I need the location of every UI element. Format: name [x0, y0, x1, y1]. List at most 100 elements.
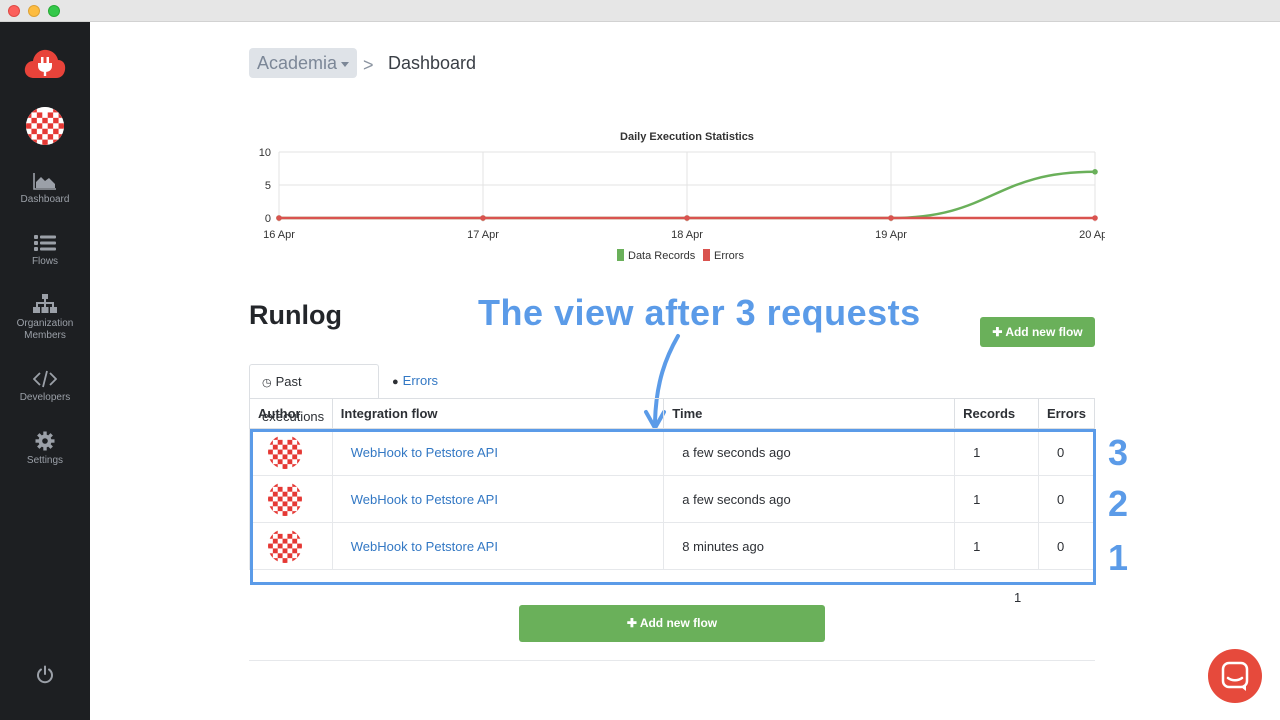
annotation-row-number: 1	[1108, 537, 1129, 578]
list-icon	[34, 235, 56, 251]
time-cell: a few seconds ago	[663, 475, 956, 523]
chat-bubble-icon	[1221, 661, 1249, 691]
chart-y-tick-label: 5	[265, 180, 271, 192]
identicon-image	[268, 529, 302, 563]
identicon-image	[26, 107, 64, 145]
sidebar-item-flows[interactable]: Flows	[0, 234, 90, 268]
power-icon[interactable]	[35, 665, 55, 685]
table-row[interactable]: WebHook to Petstore API 8 minutes ago 1 …	[249, 522, 1096, 570]
sidebar-item-settings[interactable]: Settings	[0, 431, 90, 467]
main-content: Academia > Dashboard Daily Execution Sta…	[90, 22, 1280, 720]
runlog-title: Runlog	[249, 300, 342, 330]
daily-execution-chart: Daily Execution Statistics 0 5 10 16 Apr 17 A…	[259, 131, 1105, 262]
sidebar-item-label: Settings	[26, 455, 64, 466]
annotation-caption: The view after 3 requests	[478, 292, 921, 333]
runlog-table: Author Integration flow Time Records Err…	[249, 398, 1096, 570]
author-avatar	[268, 529, 302, 563]
pagination-page[interactable]: 1	[1014, 590, 1021, 605]
identicon-image	[268, 435, 302, 469]
column-header-integration-flow[interactable]: Integration flow	[331, 398, 665, 429]
sidebar-item-label: Developers	[19, 392, 71, 403]
add-new-flow-button[interactable]: ✚ Add new flow	[980, 317, 1095, 347]
chart-legend-swatch	[703, 249, 710, 261]
tab-past-executions[interactable]: ◷ Past executions	[249, 364, 379, 424]
author-avatar	[268, 482, 302, 516]
flow-link[interactable]: WebHook to Petstore API	[341, 445, 498, 460]
author-cell	[249, 522, 333, 570]
plus-icon: ✚	[626, 616, 640, 630]
records-cell: 1	[954, 428, 1039, 476]
chart-legend-label: Data Records	[628, 250, 696, 262]
chat-launcher-button[interactable]	[1208, 649, 1262, 703]
org-switcher-dropdown[interactable]: Academia	[249, 48, 358, 78]
table-row[interactable]: WebHook to Petstore API a few seconds ag…	[249, 475, 1096, 523]
sidebar: Dashboard Flows Organization Members Dev…	[0, 22, 90, 720]
chart-x-tick-label: 17 Apr	[467, 229, 499, 241]
chart-data-point	[480, 215, 486, 221]
org-switcher-label: Academia	[257, 53, 338, 73]
flow-link[interactable]: WebHook to Petstore API	[341, 539, 498, 554]
chart-data-point	[1092, 169, 1098, 175]
sidebar-item-dashboard[interactable]: Dashboard	[0, 172, 90, 206]
breadcrumb-separator: >	[363, 55, 374, 75]
errors-cell: 0	[1037, 522, 1096, 570]
sidebar-item-developers[interactable]: Developers	[0, 370, 90, 404]
author-cell	[249, 475, 333, 523]
identicon-image	[268, 482, 302, 516]
column-header-author[interactable]: Author	[249, 398, 333, 429]
column-header-errors[interactable]: Errors	[1037, 398, 1096, 429]
sidebar-item-label: Flows	[31, 256, 59, 267]
annotation-row-number: 2	[1108, 483, 1129, 524]
add-new-flow-label: Add new flow	[1005, 325, 1083, 339]
window-maximize-button[interactable]	[48, 5, 60, 17]
flow-cell: WebHook to Petstore API	[331, 475, 665, 523]
caret-down-icon	[341, 61, 350, 67]
chart-x-tick-label: 19 Apr	[875, 229, 907, 241]
chart-data-point	[1092, 215, 1098, 221]
tab-label: Errors	[402, 373, 439, 388]
divider	[249, 660, 1095, 661]
sidebar-item-label: Dashboard	[20, 194, 70, 205]
clock-icon: ◷	[262, 377, 272, 389]
chart-data-point	[684, 215, 690, 221]
chart-x-tick-label: 16 Apr	[263, 229, 295, 241]
chart-x-tick-label: 18 Apr	[671, 229, 703, 241]
column-header-time[interactable]: Time	[663, 398, 956, 429]
chart-data-point	[888, 215, 894, 221]
errors-cell: 0	[1037, 475, 1096, 523]
table-row[interactable]: WebHook to Petstore API a few seconds ag…	[249, 428, 1096, 476]
window-close-button[interactable]	[8, 5, 20, 17]
window-minimize-button[interactable]	[28, 5, 40, 17]
sidebar-item-organization-members[interactable]: Organization Members	[0, 294, 90, 342]
chart-data-point	[276, 215, 282, 221]
sitemap-icon	[33, 294, 57, 313]
org-avatar[interactable]	[26, 107, 64, 145]
gear-icon	[35, 431, 55, 451]
table-header-row: Author Integration flow Time Records Err…	[249, 398, 1096, 429]
chart-title: Daily Execution Statistics	[620, 131, 754, 143]
chart-legend-label: Errors	[714, 250, 744, 262]
alert-icon: ●	[392, 376, 399, 388]
annotation-row-number: 3	[1108, 432, 1129, 473]
page-title: Dashboard	[388, 53, 477, 73]
tab-errors[interactable]: ● Errors	[380, 364, 460, 399]
column-header-records[interactable]: Records	[954, 398, 1039, 429]
area-chart-icon	[33, 173, 56, 190]
add-new-flow-label: Add new flow	[639, 616, 718, 630]
chart-y-tick-label: 0	[265, 213, 271, 225]
flow-cell: WebHook to Petstore API	[331, 428, 665, 476]
chart-x-tick-label: 20 Apr	[1079, 229, 1105, 241]
records-cell: 1	[954, 522, 1039, 570]
code-icon	[33, 370, 57, 388]
time-cell: a few seconds ago	[663, 428, 956, 476]
add-new-flow-bottom-button[interactable]: ✚ Add new flow	[519, 605, 825, 642]
author-avatar	[268, 435, 302, 469]
cloud-plug-icon[interactable]	[24, 46, 66, 80]
errors-cell: 0	[1037, 428, 1096, 476]
flow-cell: WebHook to Petstore API	[331, 522, 665, 570]
plus-icon: ✚	[992, 325, 1006, 339]
sidebar-item-label: Organization Members	[16, 318, 74, 341]
author-cell	[249, 428, 333, 476]
records-cell: 1	[954, 475, 1039, 523]
flow-link[interactable]: WebHook to Petstore API	[341, 492, 498, 507]
